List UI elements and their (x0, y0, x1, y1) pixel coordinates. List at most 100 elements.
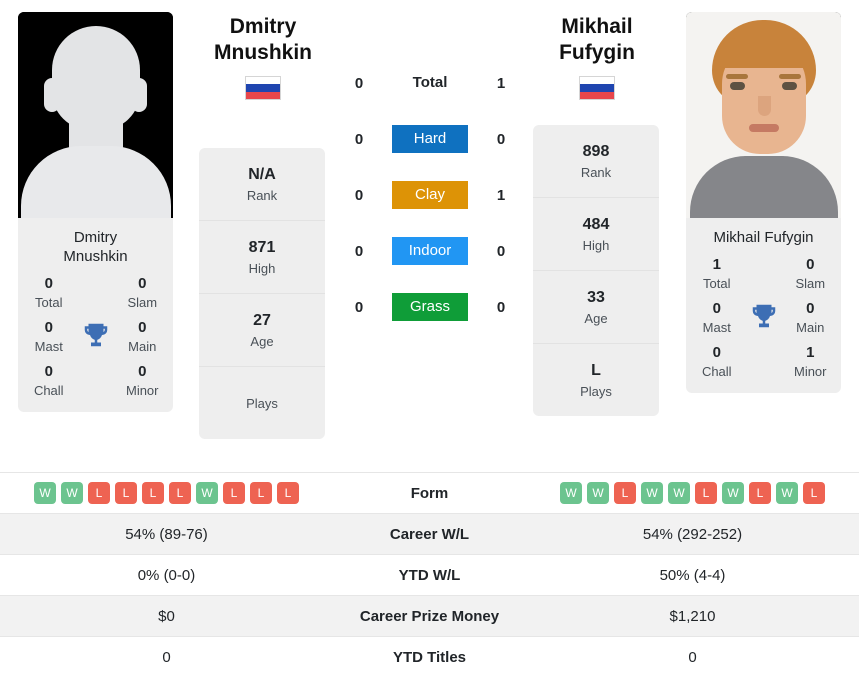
titles-grid-right: 1 Total 0 Slam 0 Mast 0 Main 0 Chall 1 M… (686, 255, 841, 393)
titles-main-left: 0 Main (128, 319, 157, 354)
h2h-row-hard: 0 Hard 0 (340, 111, 520, 167)
row-label-prize-money: Career Prize Money (332, 595, 526, 637)
form-badge-win[interactable]: W (721, 482, 744, 504)
h2h-right-score-grass: 0 (496, 298, 506, 316)
player-name-block-left: Dmitry Mnushkin (193, 14, 333, 100)
h2h-left-score-total: 0 (354, 74, 364, 92)
titles-main-right: 0 Main (796, 300, 825, 335)
titles-total-left: 0 Total (35, 275, 63, 310)
table-row-ytd-wl: 0% (0-0) YTD W/L 50% (4-4) (0, 554, 859, 596)
flag-icon-russia-left (245, 76, 281, 100)
titles-chall-right: 0 Chall (701, 344, 732, 379)
table-row-career-wl: 54% (89-76) Career W/L 54% (292-252) (0, 513, 859, 555)
titles-mast-right: 0 Mast (702, 300, 731, 335)
player-photo-right (686, 12, 841, 218)
row-label-ytd-titles: YTD Titles (332, 636, 526, 678)
stat-high-left: 871 High (199, 221, 325, 294)
form-cell-left: WWLLLLWLLL (0, 472, 333, 514)
stat-plays-left: Plays (246, 395, 278, 411)
h2h-right-score-indoor: 0 (496, 242, 506, 260)
ytd-titles-right: 0 (525, 636, 859, 678)
player-name-right[interactable]: Mikhail Fufygin (527, 14, 667, 66)
row-label-form: Form (332, 472, 526, 514)
titles-grid-left: 0 Total 0 Slam 0 Mast 0 Main 0 Chall 0 M… (18, 274, 173, 412)
titles-minor-right: 1 Minor (793, 344, 827, 379)
titles-total-right: 1 Total (703, 256, 731, 291)
player-photo-name-right: Mikhail Fufygin (686, 218, 841, 255)
h2h-label-total: Total (412, 74, 448, 91)
form-strip-left: WWLLLLWLLL (10, 482, 323, 504)
form-badge-loss[interactable]: L (802, 482, 825, 504)
form-badge-win[interactable]: W (60, 482, 83, 504)
titles-chall-left: 0 Chall (33, 363, 64, 398)
form-strip-right: WWLWWLWLWL (536, 482, 849, 504)
row-label-career-wl: Career W/L (332, 513, 526, 555)
form-badge-win[interactable]: W (559, 482, 582, 504)
ytd-wl-right: 50% (4-4) (525, 554, 859, 596)
prize-money-right: $1,210 (525, 595, 859, 637)
photo-name-line2: Mnushkin (63, 248, 128, 265)
table-row-ytd-titles: 0 YTD Titles 0 (0, 636, 859, 678)
form-badge-loss[interactable]: L (748, 482, 771, 504)
h2h-left-score-clay: 0 (354, 186, 364, 204)
player-comparison-page: Dmitry Mnushkin 0 Total 0 Slam 0 Mast 0 … (0, 0, 859, 689)
table-row-prize-money: $0 Career Prize Money $1,210 (0, 595, 859, 637)
stat-rank-left: N/A Rank (199, 148, 325, 221)
h2h-row-total: 0 Total 1 (340, 55, 520, 111)
stat-high-right: 484 High (533, 198, 659, 271)
form-badge-win[interactable]: W (586, 482, 609, 504)
titles-slam-right: 0 Slam (795, 256, 826, 291)
photo-name-line1: Mikhail Fufygin (713, 229, 814, 246)
surface-badge-grass[interactable]: Grass (392, 293, 468, 321)
ytd-wl-left: 0% (0-0) (0, 554, 333, 596)
surface-badge-clay[interactable]: Clay (392, 181, 468, 209)
career-wl-left: 54% (89-76) (0, 513, 333, 555)
form-badge-loss[interactable]: L (694, 482, 717, 504)
player-stats-left: N/A Rank 871 High 27 Age Plays (199, 148, 325, 439)
photo-name-line1: Dmitry (73, 229, 118, 246)
trophy-icon (74, 320, 118, 355)
form-badge-loss[interactable]: L (168, 482, 191, 504)
h2h-left-score-grass: 0 (354, 298, 364, 316)
player-card-left[interactable]: Dmitry Mnushkin 0 Total 0 Slam 0 Mast 0 … (18, 12, 173, 412)
head-to-head-column: 0 Total 1 0 Hard 0 0 Clay 1 0 Indoor 0 0… (340, 55, 520, 335)
player-name-left[interactable]: Dmitry Mnushkin (193, 14, 333, 66)
stat-rank-right: 898 Rank (533, 125, 659, 198)
comparison-table: WWLLLLWLLL Form WWLWWLWLWL 54% (89-76) C… (0, 472, 859, 678)
form-badge-loss[interactable]: L (613, 482, 636, 504)
player-photo-left (18, 12, 173, 218)
form-badge-loss[interactable]: L (276, 482, 299, 504)
h2h-right-score-clay: 1 (496, 186, 506, 204)
form-badge-loss[interactable]: L (249, 482, 272, 504)
titles-mast-left: 0 Mast (34, 319, 63, 354)
table-row-form: WWLLLLWLLL Form WWLWWLWLWL (0, 472, 859, 514)
player-name-block-right: Mikhail Fufygin (527, 14, 667, 100)
form-badge-win[interactable]: W (195, 482, 218, 504)
form-badge-win[interactable]: W (667, 482, 690, 504)
form-badge-loss[interactable]: L (87, 482, 110, 504)
form-badge-win[interactable]: W (33, 482, 56, 504)
trophy-icon (742, 301, 786, 336)
player-portrait-image (686, 12, 841, 218)
h2h-right-score-hard: 0 (496, 130, 506, 148)
flag-icon-russia-right (579, 76, 615, 100)
form-badge-win[interactable]: W (775, 482, 798, 504)
titles-minor-left: 0 Minor (125, 363, 159, 398)
stat-age-left: 27 Age (199, 294, 325, 367)
h2h-row-clay: 0 Clay 1 (340, 167, 520, 223)
form-badge-win[interactable]: W (640, 482, 663, 504)
stat-age-right: 33 Age (533, 271, 659, 344)
form-badge-loss[interactable]: L (141, 482, 164, 504)
player-card-right[interactable]: Mikhail Fufygin 1 Total 0 Slam 0 Mast 0 … (686, 12, 841, 393)
row-label-ytd-wl: YTD W/L (332, 554, 526, 596)
h2h-row-indoor: 0 Indoor 0 (340, 223, 520, 279)
form-badge-loss[interactable]: L (114, 482, 137, 504)
surface-badge-hard[interactable]: Hard (392, 125, 468, 153)
ytd-titles-left: 0 (0, 636, 333, 678)
h2h-row-grass: 0 Grass 0 (340, 279, 520, 335)
form-badge-loss[interactable]: L (222, 482, 245, 504)
titles-slam-left: 0 Slam (127, 275, 158, 310)
form-cell-right: WWLWWLWLWL (525, 472, 859, 514)
prize-money-left: $0 (0, 595, 333, 637)
surface-badge-indoor[interactable]: Indoor (392, 237, 468, 265)
